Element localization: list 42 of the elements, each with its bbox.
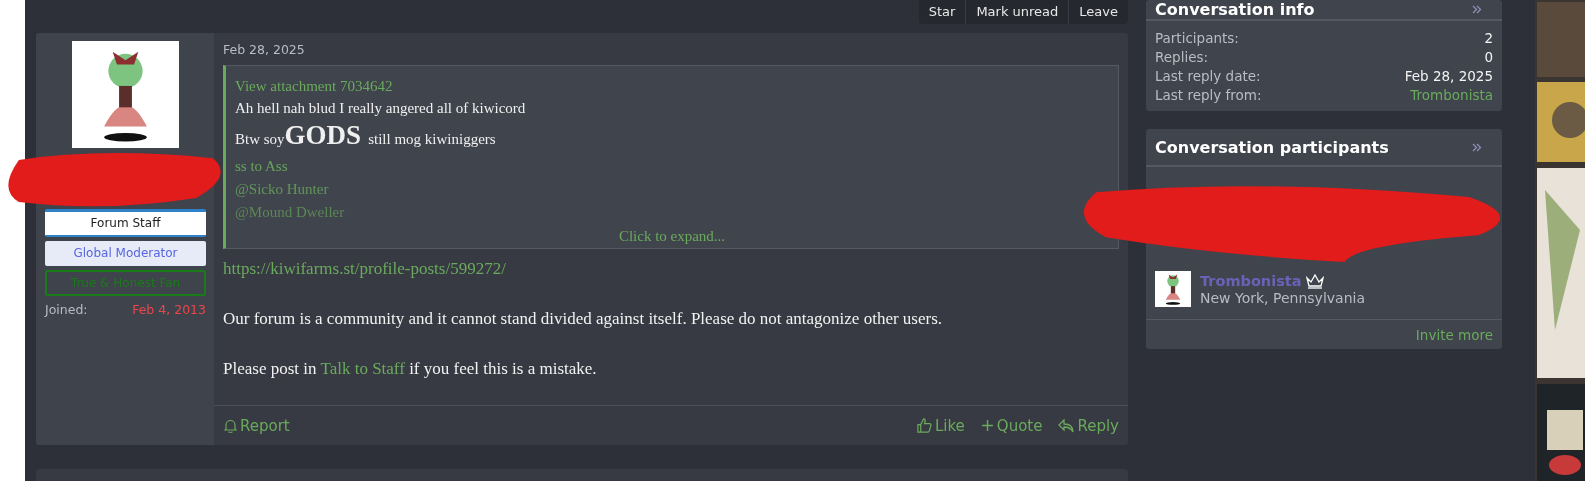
member-avatar [1155, 271, 1191, 307]
info-value[interactable]: Trombonista [1410, 86, 1493, 105]
quote-text: @Sicko Hunter [235, 179, 330, 199]
joined-date: Feb 4, 2013 [132, 301, 206, 317]
toolbar-button[interactable]: Mark unread [965, 0, 1069, 24]
bell-icon [224, 418, 237, 433]
info-label: Last reply from: [1155, 86, 1262, 105]
post-action[interactable]: Quote [980, 416, 1043, 435]
info-value: 2 [1484, 29, 1493, 48]
quote-text: @Mound Dweller [235, 202, 346, 222]
profile-post-link[interactable]: https://kiwifarms.st/profile-posts/599272/ [223, 258, 1119, 279]
talk-to-staff-link[interactable]: Talk to Staff [320, 358, 405, 378]
info-value: Feb 28, 2025 [1404, 67, 1493, 86]
info-label: Last reply date: [1155, 67, 1261, 86]
report-link[interactable]: Report [224, 416, 290, 435]
collapse-icon[interactable] [1472, 5, 1482, 14]
thumbs-up-icon [916, 418, 932, 434]
quote-text: ss to Ass [235, 156, 289, 176]
info-label: Participants: [1155, 29, 1239, 48]
user-title-banner: Global Moderator [45, 240, 206, 266]
post-date: Feb 28, 2025 [223, 41, 306, 57]
reply-icon [1058, 418, 1075, 433]
post-action[interactable]: Like [916, 416, 965, 435]
panel-title: Conversation info [1155, 0, 1315, 19]
post-action[interactable]: Reply [1058, 416, 1119, 435]
attachment-link[interactable]: View attachment 7034642 [235, 75, 1109, 96]
quote-text: Btw soyGODS still mog kiwiniggers [235, 119, 497, 151]
user-title-banner: Forum Staff [45, 208, 206, 237]
plus-icon [980, 419, 994, 433]
invite-more-link[interactable]: Invite more [1146, 320, 1502, 349]
toolbar-button[interactable]: Leave [1068, 0, 1128, 24]
collapse-icon[interactable] [1472, 142, 1482, 152]
toolbar-button[interactable]: Star [918, 0, 966, 24]
post-text: Please post in Talk to Staff if you feel this is a mistake. [223, 358, 598, 379]
joined-label: Joined: [45, 301, 88, 317]
member-location: New York, Pennsylvania [1200, 290, 1365, 306]
info-label: Replies: [1155, 48, 1209, 67]
post-text: Our forum is a community and it cannot stand divided against itself. Please do not antagonize other users. [223, 308, 944, 329]
quote-text: Ah hell nah blud I really angered all of kiwicord [235, 98, 527, 118]
info-value: 0 [1484, 48, 1493, 67]
expand-link[interactable]: Click to expand... [618, 227, 726, 245]
panel-title: Conversation participants [1155, 137, 1389, 157]
